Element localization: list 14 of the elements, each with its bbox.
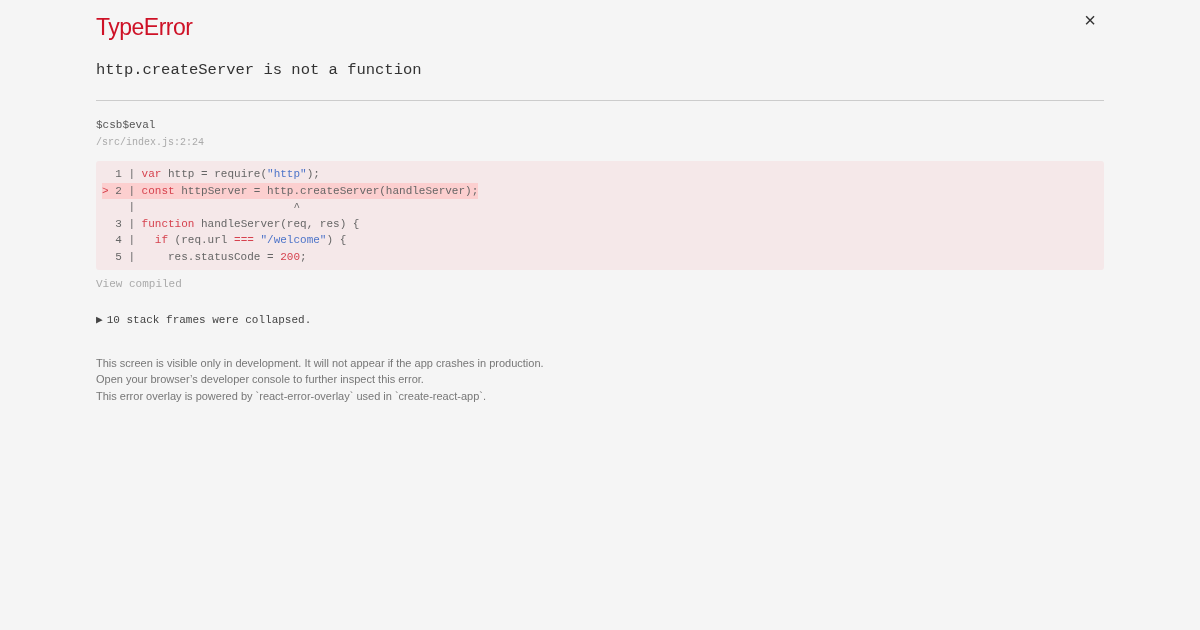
footer-text: This screen is visible only in development. It will not appear if the app crashes in production.	[96, 355, 545, 371]
collapsed-frames-toggle[interactable]: ▶ 10 stack frames were collapsed.	[96, 312, 312, 329]
close-button[interactable]: ×	[1076, 10, 1104, 30]
code-line: 4 | if (req.url === "/welcome") {	[114, 233, 348, 249]
code-line: 3 | function handleServer(req, res) {	[114, 216, 361, 232]
file-location: /src/index.js:2:24	[96, 136, 206, 151]
error-title: TypeError	[96, 13, 193, 42]
code-line: | ^	[127, 200, 302, 216]
code-line: 1 | var http = require("http");	[114, 167, 321, 183]
footer-text: Open your browser’s developer console to further inspect this error.	[96, 372, 425, 388]
code-line: 5 | res.statusCode = 200;	[114, 249, 308, 265]
function-name: $csb$eval	[96, 117, 157, 133]
error-message: http.createServer is not a function	[96, 59, 423, 81]
footer-text: This error overlay is powered by `react-error-overlay` used in `create-react-app`.	[96, 388, 488, 404]
